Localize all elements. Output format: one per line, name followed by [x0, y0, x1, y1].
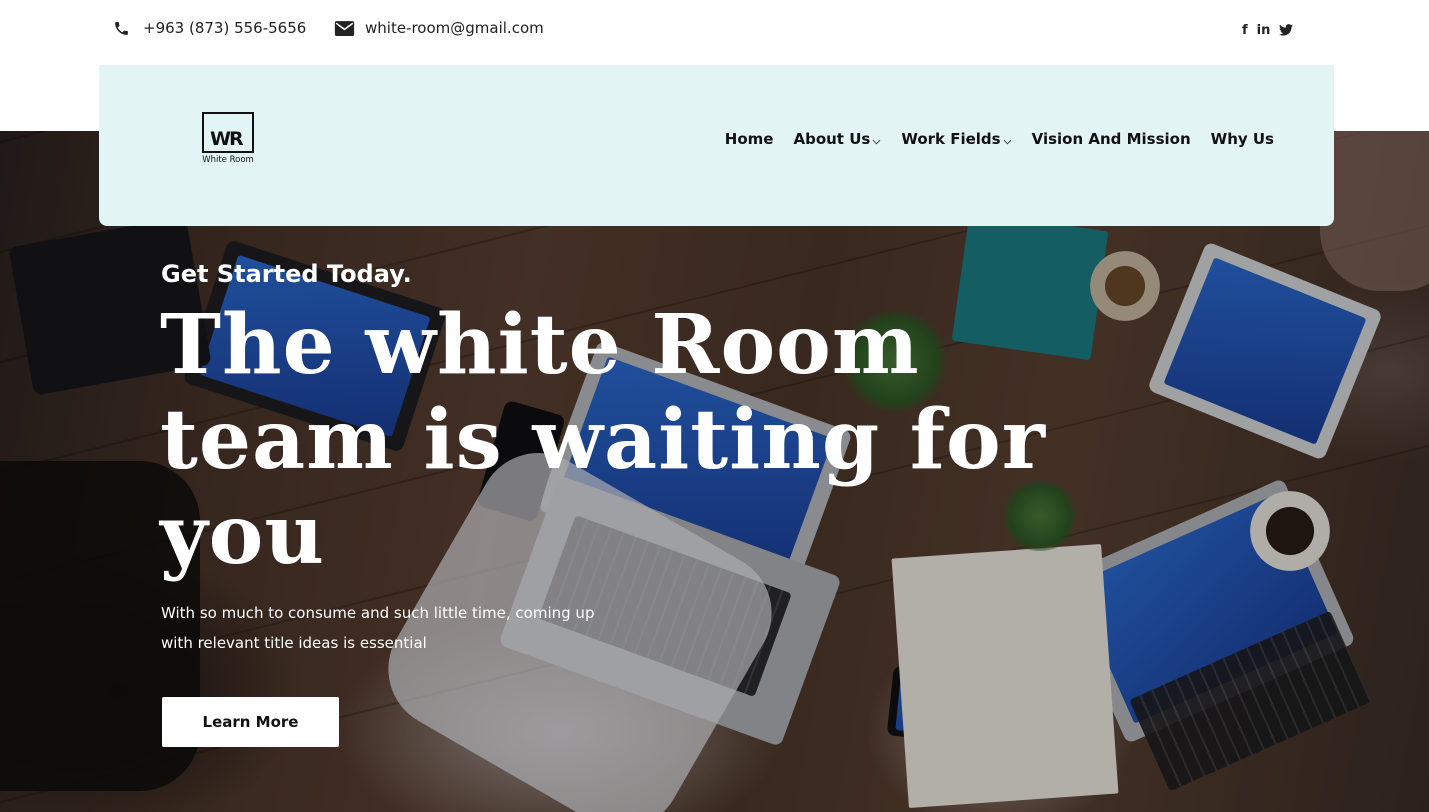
chevron-down-icon: [872, 131, 881, 149]
email-contact[interactable]: white-room@gmail.com: [334, 19, 544, 37]
main-navigation-bar: WR White Room Home About Us Work Fields …: [99, 65, 1334, 226]
nav-item-work-fields[interactable]: Work Fields: [901, 128, 1012, 149]
top-contact-bar: +963 (873) 556-5656 white-room@gmail.com…: [0, 0, 1429, 65]
envelope-icon: [334, 20, 355, 37]
linkedin-icon[interactable]: in: [1257, 21, 1271, 39]
phone-number: +963 (873) 556-5656: [143, 19, 307, 37]
primary-nav: Home About Us Work Fields Vision And Mis…: [705, 128, 1274, 149]
email-address: white-room@gmail.com: [365, 19, 544, 37]
social-links: f in: [1242, 21, 1294, 39]
nav-item-about-us[interactable]: About Us: [793, 128, 881, 149]
logo-mark: WR: [202, 112, 254, 153]
hero-subtext: With so much to consume and such little …: [161, 604, 595, 652]
hero-eyebrow: Get Started Today.: [161, 260, 412, 288]
facebook-icon[interactable]: f: [1242, 21, 1248, 39]
chevron-down-icon: [1003, 131, 1012, 149]
nav-item-why-us[interactable]: Why Us: [1211, 130, 1274, 148]
logo-text: White Room: [202, 155, 254, 165]
phone-contact[interactable]: +963 (873) 556-5656: [113, 19, 306, 37]
twitter-icon[interactable]: [1279, 21, 1294, 39]
phone-icon: [113, 20, 130, 37]
nav-item-vision-and-mission[interactable]: Vision And Mission: [1032, 130, 1191, 148]
nav-item-home[interactable]: Home: [725, 130, 774, 148]
hero-headline: The white Room team is waiting for you: [160, 297, 1046, 583]
learn-more-button[interactable]: Learn More: [162, 697, 339, 747]
white-room-logo[interactable]: WR White Room: [201, 112, 255, 168]
